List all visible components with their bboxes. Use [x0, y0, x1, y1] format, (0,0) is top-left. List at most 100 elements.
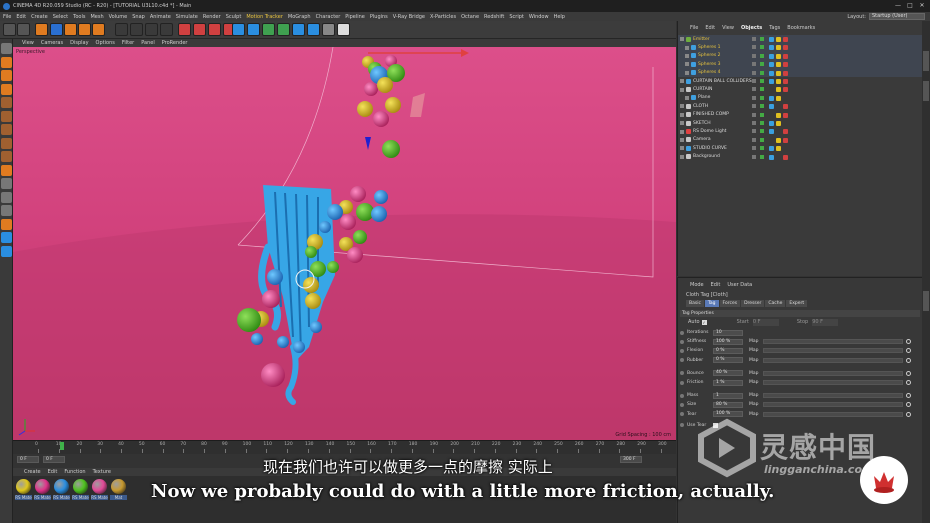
visibility-dots-icon[interactable]: [752, 37, 756, 41]
object-tag-icon[interactable]: [783, 129, 788, 135]
map-pick-icon[interactable]: [906, 411, 911, 417]
menu-window[interactable]: Window: [529, 14, 549, 20]
polygons-mode-icon[interactable]: [1, 124, 12, 135]
object-row[interactable]: Camera: [678, 136, 923, 144]
enable-check-icon[interactable]: [760, 104, 764, 109]
material-menu-texture[interactable]: Texture: [93, 469, 111, 475]
object-tag-icon[interactable]: [783, 70, 788, 76]
uv-mode-icon[interactable]: [1, 137, 12, 149]
material-swatch[interactable]: RS Mate: [34, 479, 51, 503]
enable-check-icon[interactable]: [760, 37, 764, 41]
subdivision-icon[interactable]: [262, 23, 275, 36]
property-value-field[interactable]: 100 %: [713, 411, 743, 418]
object-tag-icon[interactable]: [783, 104, 788, 110]
map-pick-icon[interactable]: [906, 402, 911, 408]
y-axis-icon[interactable]: [130, 23, 143, 36]
expand-toggle-icon[interactable]: [680, 112, 684, 117]
visibility-dots-icon[interactable]: [752, 137, 756, 142]
object-tag-icon[interactable]: [769, 154, 774, 160]
attribute-tab-tag[interactable]: Tag: [704, 300, 719, 307]
menu-select[interactable]: Select: [53, 14, 68, 20]
object-row[interactable]: CLOTH: [678, 102, 923, 110]
property-value-field[interactable]: 1 %: [713, 379, 743, 386]
material-menu-edit[interactable]: Edit: [48, 469, 58, 475]
enable-check-icon[interactable]: [760, 112, 764, 117]
takes-side-tab[interactable]: [923, 81, 929, 101]
object-row[interactable]: Spheres 1: [678, 43, 923, 52]
plus-icon[interactable]: [92, 23, 105, 36]
object-row[interactable]: Emitter: [678, 35, 923, 44]
attribute-tab-forces[interactable]: Forces: [719, 300, 741, 307]
material-swatch[interactable]: Mat: [110, 479, 127, 503]
redo-icon[interactable]: [17, 23, 30, 36]
object-tab-edit[interactable]: Edit: [705, 25, 715, 31]
object-row[interactable]: Background: [678, 153, 923, 161]
attribute-tab-dresser[interactable]: Dresser: [741, 300, 765, 307]
visibility-dots-icon[interactable]: [752, 53, 756, 58]
workplane-icon[interactable]: [1, 83, 12, 95]
object-tag-icon[interactable]: [769, 70, 774, 76]
animate-dot-icon[interactable]: [680, 423, 684, 428]
x-axis-icon[interactable]: [115, 23, 128, 36]
axis-mode-icon[interactable]: [1, 151, 12, 162]
material-swatch[interactable]: RS Mate: [15, 479, 32, 503]
scale-icon[interactable]: [64, 23, 77, 36]
property-value-field[interactable]: 0 %: [713, 357, 743, 364]
attributes-side-tab[interactable]: [923, 291, 929, 311]
map-pick-icon[interactable]: [906, 393, 911, 399]
object-tag-icon[interactable]: [783, 62, 788, 68]
cube-icon[interactable]: [232, 23, 245, 36]
map-link-field[interactable]: [763, 393, 903, 399]
attribute-menu-user-data[interactable]: User Data: [727, 282, 752, 288]
object-row[interactable]: Spheres 3: [678, 60, 923, 69]
menu-motion-tracker[interactable]: Motion Tracker: [246, 14, 283, 20]
undo-icon[interactable]: [3, 23, 16, 36]
light-icon[interactable]: [337, 23, 350, 36]
camera-icon[interactable]: [322, 23, 335, 36]
object-row[interactable]: Plane: [678, 94, 923, 102]
close-button[interactable]: ✕: [916, 1, 928, 11]
render-settings-icon[interactable]: [208, 23, 221, 36]
deformer-icon[interactable]: [292, 23, 305, 36]
map-pick-icon[interactable]: [906, 339, 911, 345]
property-value-field[interactable]: 0 %: [713, 347, 743, 354]
menu-simulate[interactable]: Simulate: [176, 14, 198, 20]
pen-icon[interactable]: [247, 23, 260, 36]
object-tag-icon[interactable]: [776, 45, 781, 51]
live-select-icon[interactable]: [35, 23, 48, 36]
viewport-menu-cameras[interactable]: Cameras: [41, 40, 63, 46]
enable-check-icon[interactable]: [760, 53, 764, 58]
expand-toggle-icon[interactable]: [685, 45, 689, 50]
object-tag-icon[interactable]: [776, 121, 781, 126]
visibility-dots-icon[interactable]: [752, 146, 756, 151]
animate-dot-icon[interactable]: [680, 402, 684, 407]
enable-check-icon[interactable]: [760, 79, 764, 83]
animate-dot-icon[interactable]: [680, 393, 684, 398]
expand-toggle-icon[interactable]: [685, 95, 689, 100]
object-row[interactable]: STUDIO CURVE: [678, 144, 923, 152]
menu-render[interactable]: Render: [203, 14, 221, 20]
minimize-button[interactable]: —: [892, 1, 904, 11]
property-value-field[interactable]: 100 %: [713, 338, 743, 345]
map-link-field[interactable]: [763, 402, 903, 408]
menu-snap[interactable]: Snap: [132, 14, 145, 20]
attribute-menu-edit[interactable]: Edit: [711, 282, 721, 288]
object-tag-icon[interactable]: [783, 154, 788, 160]
animate-dot-icon[interactable]: [680, 348, 684, 353]
map-link-field[interactable]: [763, 370, 903, 376]
visibility-dots-icon[interactable]: [752, 62, 756, 67]
expand-toggle-icon[interactable]: [680, 104, 684, 109]
scene-icon[interactable]: [307, 23, 320, 36]
map-pick-icon[interactable]: [906, 357, 911, 363]
map-pick-icon[interactable]: [906, 380, 911, 385]
magnet-icon[interactable]: [1, 218, 12, 230]
visibility-dots-icon[interactable]: [752, 112, 756, 117]
object-row[interactable]: SKETCH: [678, 119, 923, 127]
enable-check-icon[interactable]: [760, 121, 764, 125]
property-value-field[interactable]: 1: [713, 392, 743, 399]
map-pick-icon[interactable]: [906, 348, 911, 354]
current-frame-marker[interactable]: [60, 442, 65, 450]
end-frame-field[interactable]: 300 F: [620, 456, 642, 463]
objects-side-tab[interactable]: [923, 51, 929, 71]
render-region-icon[interactable]: [178, 23, 191, 36]
